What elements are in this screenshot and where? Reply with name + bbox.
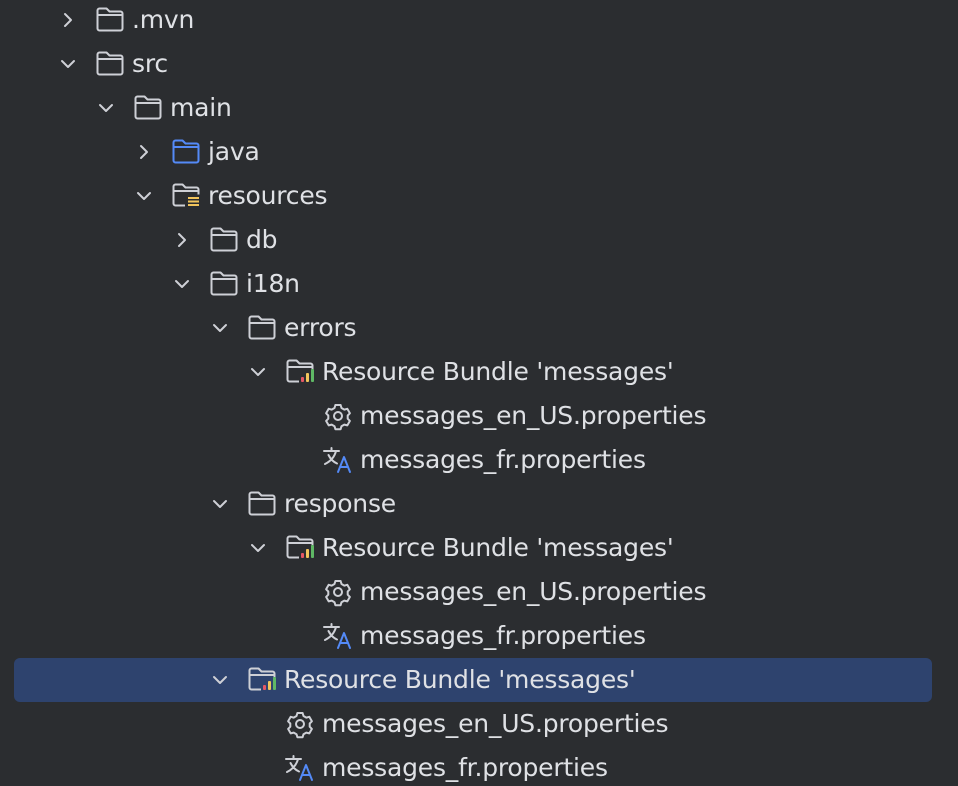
chevron-right-icon[interactable] — [172, 230, 192, 250]
tree-node-properties-file[interactable]: messages_fr.properties — [0, 614, 958, 658]
translate-icon — [285, 755, 313, 781]
translate-icon — [323, 623, 351, 649]
gear-icon — [325, 580, 351, 607]
tree-node-label: resources — [208, 181, 328, 210]
tree-node-label: messages_fr.properties — [360, 445, 646, 474]
chevron-down-icon[interactable] — [134, 186, 154, 206]
tree-node-label: db — [246, 225, 278, 254]
tree-node-resources[interactable]: resources — [0, 174, 958, 218]
tree-node-label: Resource Bundle 'messages' — [284, 665, 636, 694]
resource-bundle-icon — [286, 535, 314, 559]
chevron-right-icon[interactable] — [58, 10, 78, 30]
tree-node-errors[interactable]: errors — [0, 306, 958, 350]
translate-icon — [323, 447, 351, 473]
tree-node-label: errors — [284, 313, 357, 342]
chevron-down-icon[interactable] — [210, 318, 230, 338]
tree-node-label: messages_fr.properties — [360, 621, 646, 650]
tree-node-label: Resource Bundle 'messages' — [322, 533, 674, 562]
folder-icon — [248, 491, 276, 516]
folder-icon — [134, 95, 162, 120]
chevron-right-icon[interactable] — [134, 142, 154, 162]
tree-node-label: src — [132, 49, 168, 78]
chevron-down-icon[interactable] — [248, 362, 268, 382]
tree-node-label: response — [284, 489, 396, 518]
tree-node-response[interactable]: response — [0, 482, 958, 526]
gear-icon — [287, 712, 313, 739]
folder-icon — [210, 227, 238, 252]
tree-node-label: messages_en_US.properties — [360, 577, 707, 606]
tree-node-resource-bundle-selected[interactable]: Resource Bundle 'messages' — [0, 658, 958, 702]
project-tree: .mvn src main java resources db i18n err… — [0, 0, 958, 786]
tree-node-properties-file[interactable]: messages_en_US.properties — [0, 570, 958, 614]
folder-icon — [96, 7, 124, 32]
chevron-down-icon[interactable] — [172, 274, 192, 294]
tree-node-properties-file[interactable]: messages_fr.properties — [0, 746, 958, 786]
tree-node-i18n[interactable]: i18n — [0, 262, 958, 306]
resources-folder-icon — [172, 183, 200, 207]
chevron-down-icon[interactable] — [248, 538, 268, 558]
resource-bundle-icon — [286, 359, 314, 383]
tree-node-properties-file[interactable]: messages_en_US.properties — [0, 702, 958, 746]
folder-icon — [248, 315, 276, 340]
tree-node-label: messages_en_US.properties — [360, 401, 707, 430]
resource-bundle-icon — [248, 667, 276, 691]
tree-node-label: main — [170, 93, 232, 122]
tree-node-resource-bundle[interactable]: Resource Bundle 'messages' — [0, 526, 958, 570]
tree-node-label: java — [208, 137, 260, 166]
tree-node-label: messages_fr.properties — [322, 753, 608, 782]
tree-node-resource-bundle[interactable]: Resource Bundle 'messages' — [0, 350, 958, 394]
folder-icon — [96, 51, 124, 76]
tree-node-main[interactable]: main — [0, 86, 958, 130]
chevron-down-icon[interactable] — [58, 54, 78, 74]
tree-node-label: messages_en_US.properties — [322, 709, 669, 738]
tree-node-label: i18n — [246, 269, 300, 298]
chevron-down-icon[interactable] — [210, 494, 230, 514]
tree-node-java[interactable]: java — [0, 130, 958, 174]
source-folder-icon — [172, 139, 200, 164]
tree-node-properties-file[interactable]: messages_fr.properties — [0, 438, 958, 482]
tree-node-properties-file[interactable]: messages_en_US.properties — [0, 394, 958, 438]
tree-node-label: .mvn — [132, 5, 195, 34]
chevron-down-icon[interactable] — [210, 670, 230, 690]
tree-node-src[interactable]: src — [0, 42, 958, 86]
gear-icon — [325, 404, 351, 431]
tree-node-label: Resource Bundle 'messages' — [322, 357, 674, 386]
tree-node-mvn[interactable]: .mvn — [0, 0, 958, 42]
folder-icon — [210, 271, 238, 296]
tree-node-db[interactable]: db — [0, 218, 958, 262]
chevron-down-icon[interactable] — [96, 98, 116, 118]
